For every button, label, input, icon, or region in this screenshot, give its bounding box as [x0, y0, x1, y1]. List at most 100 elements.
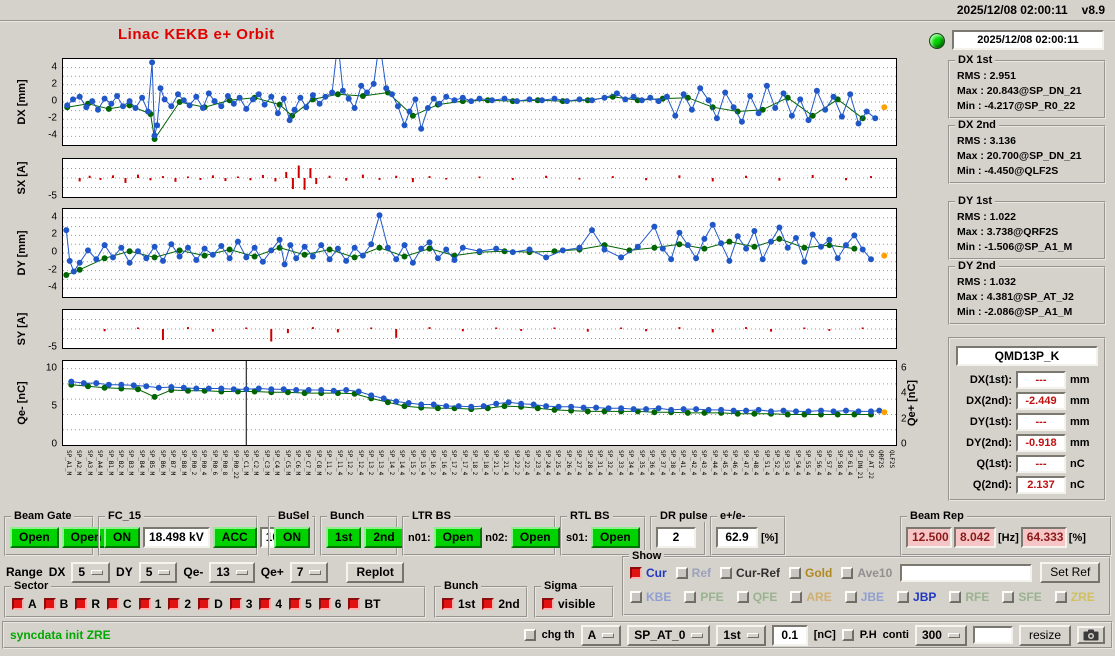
monitor-field-value: -0.918 [1016, 434, 1066, 452]
show-jbp-item: JBP [897, 590, 936, 604]
x-axis-label: SP_R0_22 [231, 450, 239, 479]
y-tick-label: 0 [51, 95, 57, 107]
sector-a-checkbox[interactable] [12, 598, 24, 610]
show-zre-checkbox[interactable] [1054, 591, 1067, 603]
x-axis-label: SP_57_4 [825, 450, 833, 476]
set-ref-button[interactable]: Set Ref [1040, 562, 1101, 583]
y-tick-label: 0 [51, 246, 57, 258]
beam-rep-value-3: 64.333 [1020, 527, 1067, 548]
range-qe--value: 13 [216, 564, 230, 579]
threshold-value[interactable]: 0.1 [771, 624, 808, 646]
sector-1-checkbox[interactable] [138, 598, 151, 610]
bunch-1st-button[interactable]: 1st [326, 527, 362, 548]
sector-select-dropdown[interactable]: A [580, 624, 622, 646]
sector-bt-label: BT [364, 597, 381, 611]
show-gold-checkbox[interactable] [789, 566, 802, 579]
show-sfe-checkbox[interactable] [1002, 591, 1015, 603]
sector-2-checkbox[interactable] [168, 598, 181, 610]
ref-file-input[interactable] [900, 563, 1033, 582]
x-axis-label: SP_A4_M [96, 450, 104, 476]
y-tick-label: -2 [48, 264, 57, 276]
sector-r-checkbox[interactable] [75, 598, 88, 610]
sector-b-checkbox[interactable] [43, 598, 56, 610]
show-jbp-checkbox[interactable] [897, 591, 910, 603]
chart-sy: SY [A] -5 [8, 309, 928, 353]
show-rfe-checkbox[interactable] [949, 591, 962, 603]
show-jbe-checkbox[interactable] [844, 591, 857, 603]
ltr-n02-open-button[interactable]: Open [510, 527, 560, 548]
chart-charge-canvas[interactable] [62, 360, 897, 446]
show-kbe-checkbox[interactable] [630, 591, 642, 603]
x-axis-label: SP_R0_6 [210, 450, 218, 476]
show-ref-checkbox[interactable] [675, 566, 688, 579]
range-row: Range DX 5 DY 5 Qe- 13 Qe+ 7 Replot [6, 560, 404, 584]
x-axis-label: SP_41_4 [679, 450, 687, 476]
stat-group-dx-2nd: DX 2nd RMS : 3.136 Max : 20.700@SP_DN_21… [948, 119, 1106, 184]
x-axis-label: SP_53_4 [783, 450, 791, 476]
replot-button[interactable]: Replot [346, 561, 404, 583]
ratio-value: 62.9 [716, 527, 758, 548]
bunch-2nd-button[interactable]: 2nd [364, 527, 404, 548]
fc15-group: FC_15 ON 18.498 kV ACC 100 % [98, 510, 306, 556]
sector-4-checkbox[interactable] [259, 598, 272, 610]
range-qe+-select[interactable]: 7 [289, 561, 329, 583]
sector-6-checkbox[interactable] [318, 598, 331, 610]
ltr-n01-open-button[interactable]: Open [433, 527, 483, 548]
beam-rep-pct-unit: [%] [1068, 531, 1086, 544]
chart-charge: Qe- [nC] 10 5 0 6420 Qe+ [nC] [8, 360, 928, 450]
bunch-1st-checkbox[interactable] [442, 598, 454, 610]
sector-6-label: 6 [334, 597, 342, 611]
sector-bt-checkbox[interactable] [348, 598, 361, 610]
monitor-name-field[interactable]: QMD13P_K [956, 346, 1098, 366]
chg-th-checkbox[interactable] [523, 629, 536, 641]
chart-dx-canvas[interactable] [62, 58, 897, 146]
sector-c-checkbox[interactable] [107, 598, 120, 610]
x-axis-label: SP_48_4 [752, 450, 760, 476]
x-axis-label: SP_C5_M [283, 450, 291, 476]
range-dy-select[interactable]: 5 [138, 561, 178, 583]
x-axis-label: SP_42_4 [689, 450, 697, 476]
chart-dy-canvas[interactable] [62, 208, 897, 298]
sector-d-item: D [198, 597, 223, 611]
range-qe--select[interactable]: 13 [209, 561, 255, 583]
chart-dx: DX [mm] 4 2 0 -2 -4 [8, 58, 928, 146]
x-axis-label: SP_27_4 [575, 450, 583, 476]
range-dx-select[interactable]: 5 [71, 561, 111, 583]
camera-icon [1083, 629, 1099, 641]
interval-input[interactable] [972, 626, 1013, 644]
bpm-select-dropdown[interactable]: SP_AT_0 [627, 624, 711, 646]
sigma-visible-item: visible [542, 597, 595, 611]
rtl-bs-title: RTL BS [567, 510, 613, 522]
show-cur-checkbox[interactable] [630, 566, 642, 579]
show-ave10-checkbox[interactable] [841, 566, 854, 579]
interval-dropdown[interactable]: 300 [914, 624, 967, 646]
sigma-visible-checkbox[interactable] [542, 598, 554, 610]
x-axis-label: SP_11_2 [325, 450, 333, 476]
show-cur-ref-checkbox[interactable] [720, 566, 733, 579]
sector-5-checkbox[interactable] [289, 598, 302, 610]
bunch-select-group: Bunch 1st 2nd [434, 580, 528, 618]
resize-button[interactable]: resize [1018, 624, 1071, 646]
sector-3-checkbox[interactable] [229, 598, 242, 610]
x-axis-bpm-labels: SP_A1_M SP_A2_M SP_A3_M SP_A4_M SP_B1_M SP_B2… [62, 448, 897, 514]
rtl-s01-open-button[interactable]: Open [591, 527, 640, 548]
ph-checkbox[interactable] [841, 629, 854, 641]
monitor-field-value: --- [1016, 455, 1066, 473]
dropdown-indicator [746, 632, 759, 638]
busel-on-button[interactable]: ON [274, 527, 310, 548]
busel-title: BuSel [275, 510, 313, 522]
bunch-2nd-checkbox[interactable] [482, 598, 495, 610]
show-qfe-checkbox[interactable] [736, 591, 749, 603]
snapshot-button[interactable] [1077, 626, 1105, 644]
beam-gate-open-1-button[interactable]: Open [10, 527, 59, 548]
chart-sy-canvas[interactable] [62, 309, 897, 349]
show-are-checkbox[interactable] [790, 591, 803, 603]
show-pfe-checkbox[interactable] [684, 591, 697, 603]
bunch-select-dropdown[interactable]: 1st [716, 624, 766, 646]
sector-d-checkbox[interactable] [198, 598, 211, 610]
fc15-on-button[interactable]: ON [104, 527, 140, 548]
chart-sx-canvas[interactable] [62, 158, 897, 198]
threshold-unit: [nC] [813, 629, 836, 641]
fc15-acc-button[interactable]: ACC [212, 527, 257, 548]
beam-rep-value-1: 12.500 [906, 527, 952, 548]
